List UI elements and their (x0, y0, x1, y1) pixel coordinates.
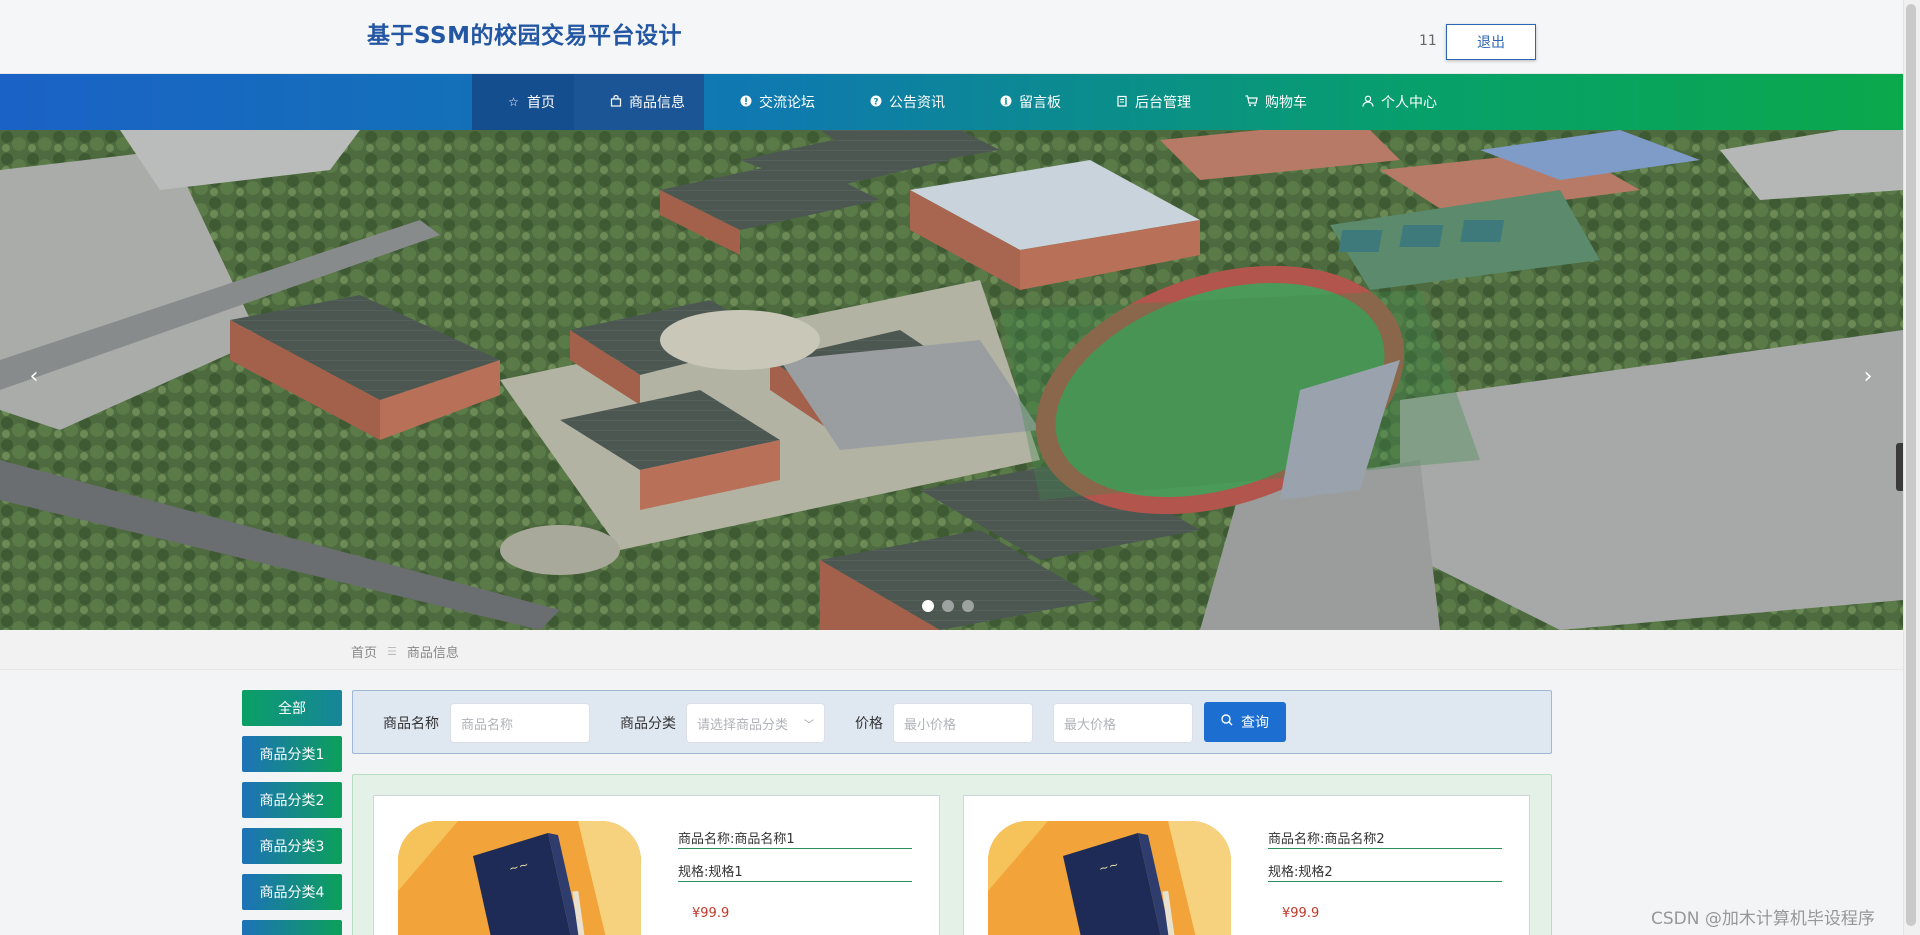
product-spec: 规格:规格2 (1268, 849, 1502, 882)
banner-carousel[interactable]: ‹ › (0, 130, 1903, 630)
main-nav: ☆ 首页 商品信息 交流论坛 ? 公告资讯 i 留言板 后台管理 购物车 个人中… (0, 74, 1903, 130)
nav-item-messages[interactable]: i 留言板 (964, 74, 1080, 130)
chevron-down-icon: ﹀ (804, 720, 814, 731)
min-price-input[interactable]: 最小价格 (893, 703, 1033, 743)
search-bar: 商品名称 商品名称 商品分类 请选择商品分类 ﹀ 价格 最小价格 最大价格 查询 (352, 690, 1552, 754)
breadcrumb-bar: 首页 ☰ 商品信息 (0, 630, 1903, 670)
breadcrumb-separator-icon: ☰ (387, 645, 397, 658)
product-name-input[interactable]: 商品名称 (450, 703, 590, 743)
star-icon: ☆ (508, 95, 519, 109)
max-price-input[interactable]: 最大价格 (1053, 703, 1193, 743)
category-item[interactable]: 商品分类4 (242, 874, 342, 910)
carousel-dots (922, 600, 974, 612)
category-select[interactable]: 请选择商品分类 ﹀ (686, 703, 825, 743)
product-price: ¥99.9 (1282, 906, 1320, 921)
page: 基于SSM的校园交易平台设计 11 退出 ☆ 首页 商品信息 交流论坛 ? 公告… (0, 0, 1920, 935)
nav-item-cart[interactable]: 购物车 (1210, 74, 1326, 130)
building-icon (1114, 95, 1129, 110)
nav-item-profile[interactable]: 个人中心 (1326, 74, 1456, 130)
product-card[interactable]: ~~ 商品名称:商品名称1 规格:规格1 ¥99.9 (373, 795, 940, 935)
nav-item-label: 留言板 (1019, 95, 1061, 111)
category-item-partial[interactable] (242, 920, 342, 935)
category-item[interactable]: 商品分类3 (242, 828, 342, 864)
nav-item-admin[interactable]: 后台管理 (1080, 74, 1210, 130)
nav-item-label: 商品信息 (629, 95, 685, 111)
product-name: 商品名称:商品名称2 (1268, 816, 1502, 849)
breadcrumb-home[interactable]: 首页 (351, 642, 377, 661)
category-select-value: 请选择商品分类 (697, 717, 789, 733)
name-label: 商品名称 (383, 716, 439, 732)
site-title: 基于SSM的校园交易平台设计 (367, 23, 682, 49)
user-icon (1360, 95, 1375, 110)
nav-item-label: 公告资讯 (889, 95, 945, 111)
nav-item-home[interactable]: ☆ 首页 (472, 74, 574, 130)
category-all[interactable]: 全部 (242, 690, 342, 726)
breadcrumb-current: 商品信息 (406, 646, 459, 661)
svg-text:?: ? (873, 97, 878, 107)
product-image: ~~ (988, 821, 1231, 935)
nav-item-forum[interactable]: 交流论坛 (704, 74, 834, 130)
cart-icon (1244, 94, 1259, 110)
watermark: CSDN @加木计算机毕设程序 (1651, 909, 1875, 929)
nav-item-label: 购物车 (1265, 95, 1307, 111)
info-icon (738, 95, 753, 110)
product-card[interactable]: ~~ 商品名称:商品名称2 规格:规格2 ¥99.9 (963, 795, 1530, 935)
user-name: 11 (1419, 33, 1437, 49)
carousel-prev-button[interactable]: ‹ (24, 362, 44, 392)
campus-image (0, 130, 1903, 630)
svg-text:i: i (1004, 97, 1008, 107)
breadcrumb: 首页 ☰ 商品信息 (351, 642, 459, 661)
query-button[interactable]: 查询 (1204, 702, 1286, 742)
carousel-dot[interactable] (922, 600, 934, 612)
category-item[interactable]: 商品分类1 (242, 736, 342, 772)
question-icon: ? (868, 95, 883, 110)
product-image: ~~ (398, 821, 641, 935)
carousel-dot[interactable] (942, 600, 954, 612)
nav-item-label: 个人中心 (1381, 95, 1437, 111)
product-grid: ~~ 商品名称:商品名称1 规格:规格1 ¥99.9 ~~ 商品名称:商品名称2… (352, 774, 1552, 935)
nav-item-products[interactable]: 商品信息 (574, 74, 704, 130)
info-icon: i (998, 95, 1013, 110)
product-spec: 规格:规格1 (678, 849, 912, 882)
nav-item-label: 首页 (527, 95, 555, 111)
logout-button[interactable]: 退出 (1446, 24, 1536, 60)
price-label: 价格 (855, 716, 883, 732)
category-label: 商品分类 (620, 716, 676, 732)
bag-icon (608, 94, 623, 110)
header: 基于SSM的校园交易平台设计 11 退出 (0, 0, 1903, 74)
product-name: 商品名称:商品名称1 (678, 816, 912, 849)
nav-item-news[interactable]: ? 公告资讯 (834, 74, 964, 130)
carousel-dot[interactable] (962, 600, 974, 612)
nav-item-label: 交流论坛 (759, 95, 815, 111)
carousel-next-button[interactable]: › (1858, 362, 1878, 392)
nav-item-label: 后台管理 (1135, 95, 1191, 111)
scrollbar-thumb[interactable] (1906, 4, 1916, 926)
category-list: 全部 商品分类1 商品分类2 商品分类3 商品分类4 (242, 690, 342, 935)
query-label: 查询 (1241, 715, 1269, 731)
search-icon (1221, 714, 1233, 730)
product-price: ¥99.9 (692, 906, 730, 921)
category-item[interactable]: 商品分类2 (242, 782, 342, 818)
